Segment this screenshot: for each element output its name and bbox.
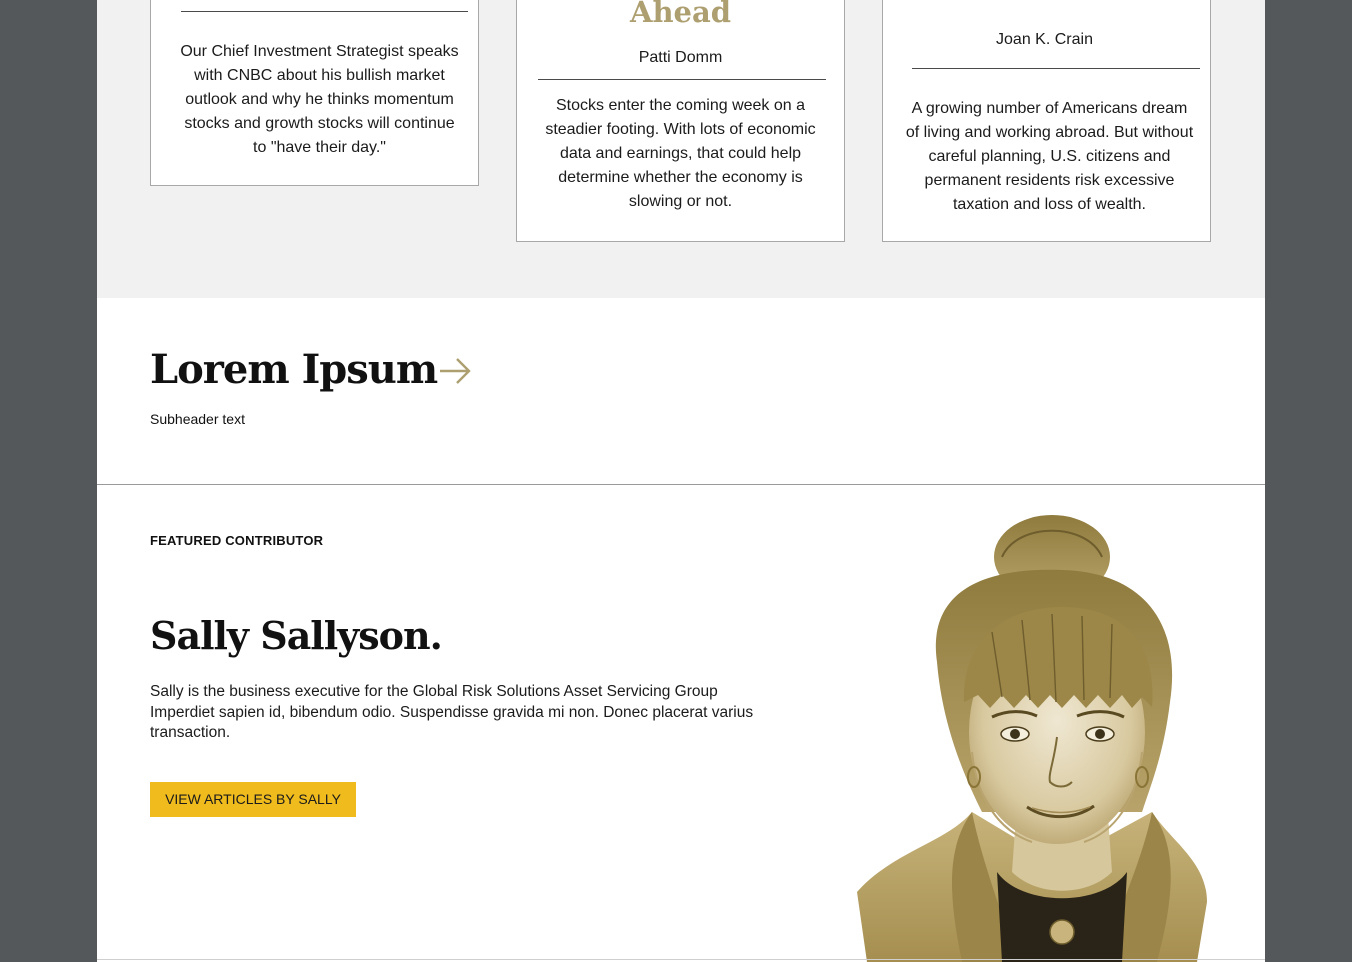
article-cards-band: Our Chief Investment Strategist speaks w… [97, 0, 1265, 298]
card-divider [538, 79, 826, 80]
contributor-name: Sally Sallyson. [150, 613, 443, 658]
section-title[interactable]: Lorem Ipsum [150, 342, 438, 398]
card-divider [181, 11, 468, 12]
article-card[interactable]: Ahead Patti Domm Stocks enter the coming… [516, 0, 845, 242]
section-divider [97, 484, 1265, 485]
article-card[interactable]: Joan K. Crain A growing number of Americ… [882, 0, 1211, 242]
view-articles-button[interactable]: VIEW ARTICLES BY SALLY [150, 782, 356, 817]
card-title[interactable]: Ahead [517, 0, 844, 30]
arrow-right-icon[interactable] [438, 356, 474, 386]
card-author: Patti Domm [638, 49, 723, 66]
card-description: A growing number of Americans dream of l… [905, 100, 1194, 213]
page: Our Chief Investment Strategist speaks w… [97, 0, 1265, 962]
page-bottom-border [97, 959, 1265, 960]
featured-contributor-label: FEATURED CONTRIBUTOR [150, 533, 324, 548]
card-divider [912, 68, 1200, 69]
card-author: Joan K. Crain [996, 31, 1093, 48]
contributor-portrait [857, 515, 1207, 962]
contributor-bio: Sally is the business executive for the … [150, 683, 754, 741]
card-description: Our Chief Investment Strategist speaks w… [180, 43, 459, 156]
section-subheader: Subheader text [150, 411, 245, 427]
article-card[interactable]: Our Chief Investment Strategist speaks w… [150, 0, 479, 186]
card-description: Stocks enter the coming week on a steadi… [545, 97, 816, 210]
